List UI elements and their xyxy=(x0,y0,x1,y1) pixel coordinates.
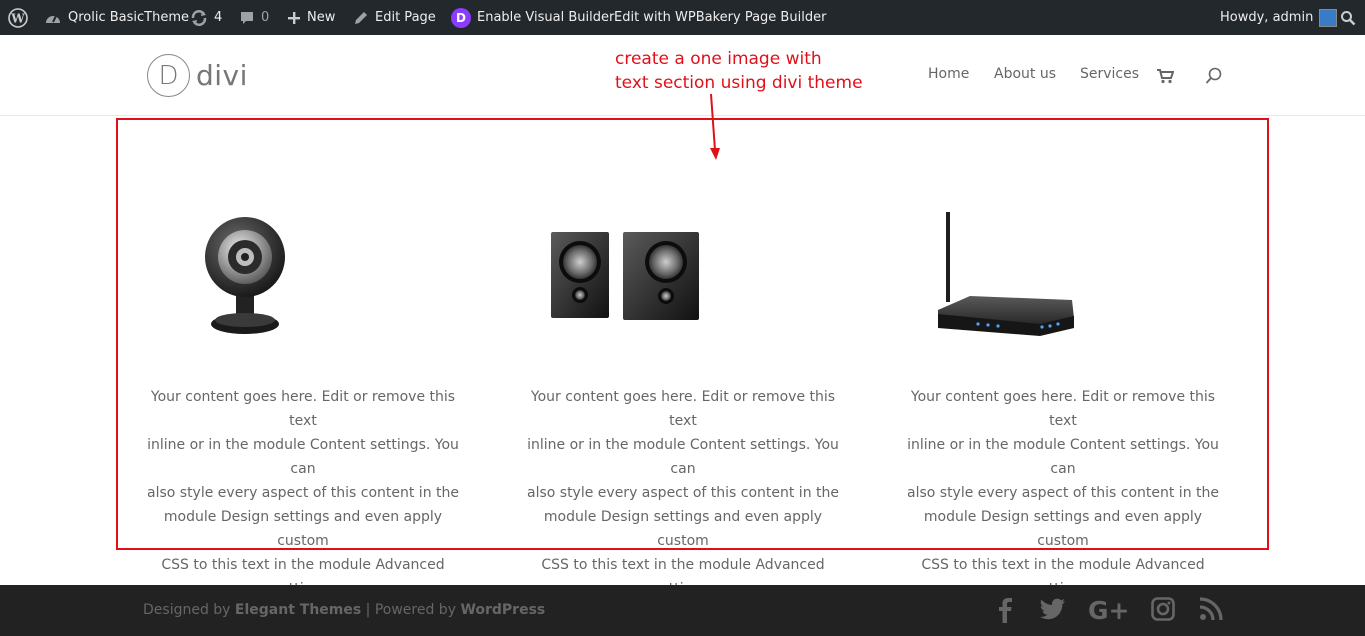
search-icon[interactable] xyxy=(1205,67,1223,85)
nav-about-us[interactable]: About us xyxy=(994,66,1056,82)
column-2-line-1: Your content goes here. Edit or remove t… xyxy=(530,389,836,429)
updates-count: 4 xyxy=(214,10,223,25)
wpbakery-link[interactable]: Edit with WPBakery Page Builder xyxy=(614,0,826,35)
wp-admin-bar: W Qrolic BasicTheme 4 0 New Edit Page D … xyxy=(0,0,1365,35)
column-2-line-2: inline or in the module Content settings… xyxy=(527,437,839,477)
dashboard-icon xyxy=(46,15,60,23)
svg-text:W: W xyxy=(10,11,25,25)
wordpress-link[interactable]: WordPress xyxy=(460,602,545,618)
edit-page-link[interactable]: Edit Page xyxy=(353,0,436,35)
twitter-icon[interactable] xyxy=(1040,597,1066,621)
svg-text:G+: G+ xyxy=(1088,597,1129,623)
facebook-icon[interactable] xyxy=(997,597,1013,623)
annotation-line-2: text section using divi theme xyxy=(615,73,863,93)
column-1-line-1: Your content goes here. Edit or remove t… xyxy=(150,389,456,429)
edit-page-label: Edit Page xyxy=(375,10,436,25)
wpbakery-label: Edit with WPBakery Page Builder xyxy=(614,10,827,25)
column-3-line-4: module Design settings and even apply cu… xyxy=(923,509,1203,549)
logo-text: divi xyxy=(196,59,248,92)
google-plus-icon[interactable]: G+ xyxy=(1088,597,1130,623)
elegant-themes-link[interactable]: Elegant Themes xyxy=(235,602,361,618)
column-2-line-4: module Design settings and even apply cu… xyxy=(543,509,823,549)
site-logo[interactable]: D divi xyxy=(147,54,248,97)
new-content-menu[interactable]: New xyxy=(287,0,335,35)
comments-count: 0 xyxy=(261,10,270,25)
instagram-icon[interactable] xyxy=(1151,597,1175,621)
column-1-line-2: inline or in the module Content settings… xyxy=(147,437,459,477)
howdy-label: Howdy, admin xyxy=(1220,10,1314,25)
site-header: D divi create a one image with text sect… xyxy=(0,35,1365,116)
router-image xyxy=(938,212,1074,336)
nav-services[interactable]: Services xyxy=(1080,66,1139,82)
enable-visual-builder-link[interactable]: D Enable Visual Builder xyxy=(451,0,614,35)
nav-home[interactable]: Home xyxy=(928,66,969,82)
column-1-line-4: module Design settings and even apply cu… xyxy=(163,509,443,549)
account-menu[interactable]: Howdy, admin xyxy=(1220,0,1338,35)
new-label: New xyxy=(307,10,336,25)
cart-icon[interactable] xyxy=(1156,68,1174,84)
column-1-text: Your content goes here. Edit or remove t… xyxy=(138,385,468,601)
annotation-line-1: create a one image with xyxy=(615,49,822,69)
rss-icon[interactable] xyxy=(1199,597,1223,621)
wordpress-logo-icon[interactable]: W xyxy=(8,0,28,35)
column-3-line-1: Your content goes here. Edit or remove t… xyxy=(910,389,1216,429)
comments-menu[interactable]: 0 xyxy=(239,0,269,35)
updates-icon xyxy=(191,9,207,26)
column-1-line-3: also style every aspect of this content … xyxy=(147,485,459,501)
column-3-line-3: also style every aspect of this content … xyxy=(907,485,1219,501)
webcam-image xyxy=(205,217,285,334)
comment-icon xyxy=(241,11,253,24)
updates-menu[interactable]: 4 xyxy=(190,0,222,35)
visual-builder-label: Enable Visual Builder xyxy=(477,10,615,25)
pencil-icon xyxy=(355,11,367,24)
site-name-menu[interactable]: Qrolic BasicTheme xyxy=(44,0,189,35)
avatar xyxy=(1319,8,1338,27)
logo-mark: D xyxy=(147,54,190,97)
column-3-line-2: inline or in the module Content settings… xyxy=(907,437,1219,477)
adminbar-search-icon[interactable] xyxy=(1340,0,1356,35)
column-3-text: Your content goes here. Edit or remove t… xyxy=(898,385,1228,601)
speakers-image xyxy=(551,232,699,320)
site-name: Qrolic BasicTheme xyxy=(68,10,190,25)
column-2-line-3: also style every aspect of this content … xyxy=(527,485,839,501)
site-footer: Designed by Elegant Themes | Powered by … xyxy=(0,585,1365,636)
plus-icon xyxy=(288,11,300,24)
powered-by-text: | Powered by xyxy=(365,602,456,618)
column-2-text: Your content goes here. Edit or remove t… xyxy=(518,385,848,601)
divi-d-icon: D xyxy=(451,7,471,28)
footer-credits: Designed by Elegant Themes | Powered by … xyxy=(143,602,545,618)
annotation-note: create a one image with text section usi… xyxy=(615,47,863,95)
designed-by-text: Designed by xyxy=(143,602,231,618)
